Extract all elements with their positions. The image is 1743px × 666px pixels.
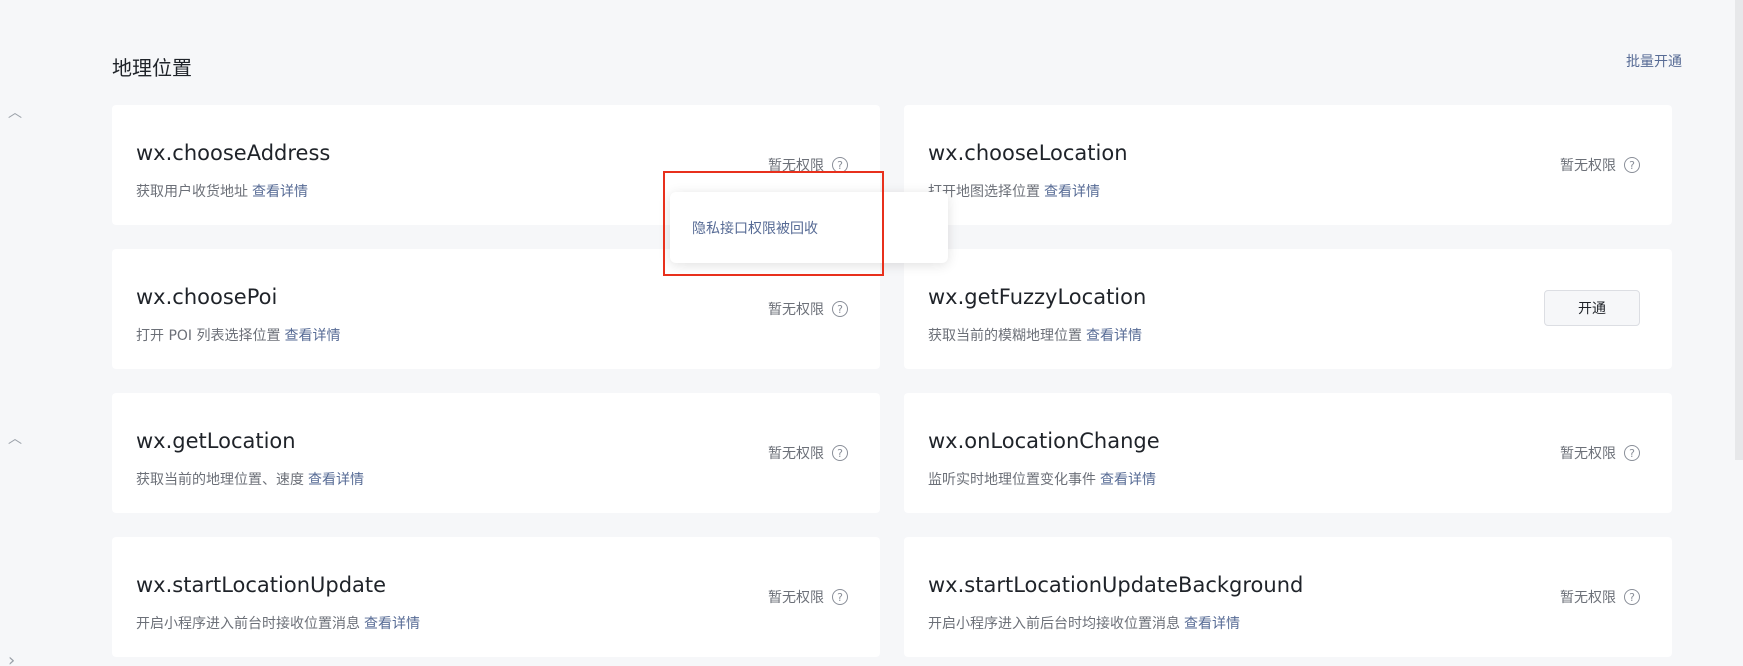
status-text: 暂无权限 — [768, 590, 824, 606]
api-card: wx.startLocationUpdateBackground 开启小程序进入… — [904, 537, 1672, 657]
status-text: 暂无权限 — [768, 302, 824, 318]
api-description-text: 获取当前的地理位置、速度 — [136, 472, 304, 488]
api-description-text: 获取当前的模糊地理位置 — [928, 328, 1082, 344]
chevron-right-icon[interactable]: › — [8, 650, 15, 666]
help-icon[interactable]: ? — [1624, 157, 1640, 173]
status-text: 暂无权限 — [1560, 590, 1616, 606]
help-icon[interactable]: ? — [1624, 589, 1640, 605]
view-details-link[interactable]: 查看详情 — [1100, 472, 1156, 488]
api-description: 开启小程序进入前台时接收位置消息 查看详情 — [136, 613, 420, 633]
permission-status: 暂无权限 ? — [768, 299, 848, 319]
help-icon[interactable]: ? — [832, 445, 848, 461]
scrollbar[interactable] — [1735, 0, 1743, 460]
permission-tooltip: 隐私接口权限被回收 — [670, 192, 948, 263]
view-details-link[interactable]: 查看详情 — [1086, 328, 1142, 344]
permission-status: 暂无权限 ? — [1560, 155, 1640, 175]
api-description-text: 开启小程序进入前后台时均接收位置消息 — [928, 616, 1180, 632]
permission-status: 暂无权限 ? — [768, 443, 848, 463]
view-details-link[interactable]: 查看详情 — [252, 184, 308, 200]
view-details-link[interactable]: 查看详情 — [1184, 616, 1240, 632]
api-description: 监听实时地理位置变化事件 查看详情 — [928, 469, 1156, 489]
tooltip-text[interactable]: 隐私接口权限被回收 — [692, 218, 818, 238]
api-description-text: 监听实时地理位置变化事件 — [928, 472, 1096, 488]
api-card: wx.onLocationChange 监听实时地理位置变化事件 查看详情 暂无权… — [904, 393, 1672, 513]
api-card: wx.chooseLocation 打开地图选择位置 查看详情 暂无权限 ? — [904, 105, 1672, 225]
api-card: wx.choosePoi 打开 POI 列表选择位置 查看详情 暂无权限 ? — [112, 249, 880, 369]
api-description-text: 获取用户收货地址 — [136, 184, 248, 200]
api-description: 打开地图选择位置 查看详情 — [928, 181, 1100, 201]
view-details-link[interactable]: 查看详情 — [308, 472, 364, 488]
permission-status: 暂无权限 ? — [1560, 587, 1640, 607]
status-text: 暂无权限 — [1560, 446, 1616, 462]
api-card: wx.startLocationUpdate 开启小程序进入前台时接收位置消息查… — [112, 537, 880, 657]
help-icon[interactable]: ? — [832, 157, 848, 173]
permission-status: 暂无权限 ? — [768, 155, 848, 175]
api-description-text: 打开 POI 列表选择位置 — [136, 328, 281, 344]
status-text: 暂无权限 — [768, 446, 824, 462]
batch-open-link[interactable]: 批量开通 — [1626, 51, 1682, 71]
help-icon[interactable]: ? — [832, 301, 848, 317]
help-icon[interactable]: ? — [832, 589, 848, 605]
api-description: 开启小程序进入前后台时均接收位置消息 查看详情 — [928, 613, 1240, 633]
api-name: wx.choosePoi — [136, 285, 278, 309]
api-description: 获取用户收货地址 查看详情 — [136, 181, 308, 201]
api-name: wx.getFuzzyLocation — [928, 285, 1147, 309]
api-name: wx.chooseLocation — [928, 141, 1128, 165]
api-name: wx.onLocationChange — [928, 429, 1160, 453]
view-details-link[interactable]: 查看详情 — [1044, 184, 1100, 200]
chevron-up-icon[interactable]: ︿ — [8, 102, 22, 122]
api-description: 获取当前的模糊地理位置 查看详情 — [928, 325, 1142, 345]
api-description: 打开 POI 列表选择位置 查看详情 — [136, 325, 341, 345]
api-name: wx.getLocation — [136, 429, 296, 453]
api-description: 获取当前的地理位置、速度 查看详情 — [136, 469, 364, 489]
open-button[interactable]: 开通 — [1544, 290, 1640, 326]
api-name: wx.startLocationUpdateBackground — [928, 573, 1304, 597]
api-name: wx.chooseAddress — [136, 141, 331, 165]
section-title: 地理位置 — [112, 56, 192, 80]
status-text: 暂无权限 — [768, 158, 824, 174]
api-card: wx.getFuzzyLocation 获取当前的模糊地理位置 查看详情 开通 — [904, 249, 1672, 369]
permission-status: 暂无权限 ? — [1560, 443, 1640, 463]
view-details-link[interactable]: 查看详情 — [285, 328, 341, 344]
chevron-up-icon[interactable]: ︿ — [8, 428, 22, 448]
help-icon[interactable]: ? — [1624, 445, 1640, 461]
status-text: 暂无权限 — [1560, 158, 1616, 174]
api-card: wx.getLocation 获取当前的地理位置、速度 查看详情 暂无权限 ? — [112, 393, 880, 513]
permission-status: 暂无权限 ? — [768, 587, 848, 607]
view-details-link[interactable]: 查看详情 — [364, 616, 420, 632]
api-name: wx.startLocationUpdate — [136, 573, 387, 597]
api-description-text: 开启小程序进入前台时接收位置消息 — [136, 616, 360, 632]
